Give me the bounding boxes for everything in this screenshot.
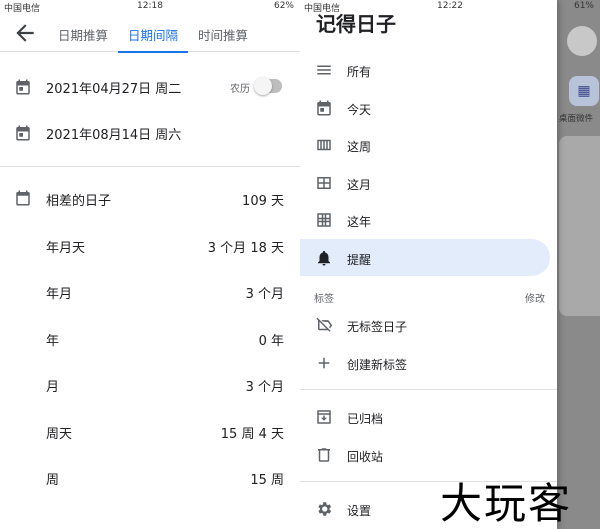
nav-label: 这周 [347,140,372,154]
nav-label: 无标签日子 [347,320,408,334]
result-row: 周天 15 周 4 天 [0,408,300,455]
result-value: 3 个月 [245,380,284,395]
nav-item-reminders[interactable]: 提醒 [300,238,550,276]
widget-icon: ▦ [569,76,599,106]
nav-label: 今天 [347,102,372,117]
lunar-toggle[interactable] [254,77,282,95]
result-row: 年月天 3 个月 18 天 [0,222,300,269]
avatar [567,26,597,56]
lunar-label: 农历 [230,84,250,95]
week-icon [317,139,331,151]
result-row: 年月 3 个月 [0,268,300,315]
nav-item-year[interactable]: 这年 [300,201,557,239]
divider [300,389,557,390]
result-row: 年 0 年 [0,315,300,362]
start-date: 2021年04月27日 周二 [46,82,182,97]
date-interval-screen: 中国电信 12:18 62% 日期推算 日期间隔 时间推算 2021年04月27… [0,0,300,529]
result-label: 相差的日子 [46,194,112,209]
labels-section-header: 标签 修改 [300,284,557,306]
nav-label: 所有 [347,65,372,79]
plus-icon [318,357,330,368]
back-arrow-icon[interactable] [12,20,38,46]
navigation-drawer-screen: ▦ 桌面微件 中国电信 12:22 61% 记得日子 所有 今天 这周 这月 这… [300,0,600,529]
result-label: 年 [46,333,60,349]
calendar-icon [16,79,30,95]
tab-bar: 日期推算 日期间隔 时间推算 [48,14,300,53]
background-card [559,136,600,316]
navigation-drawer: 中国电信 12:22 61% 记得日子 所有 今天 这周 这月 这年 提醒 标签… [300,0,594,529]
battery-level: 62% [273,1,294,11]
result-label: 周天 [46,426,73,442]
labels-header: 标签 [314,294,334,305]
month-icon [317,176,331,189]
top-toolbar: 日期推算 日期间隔 时间推算 [0,14,300,53]
nav-item-trash[interactable]: 回收站 [300,436,557,474]
nav-label: 这月 [347,177,372,192]
label-off-icon [316,317,333,332]
app-title: 记得日子 [316,12,396,36]
nav-label: 创建新标签 [347,357,408,372]
result-label: 周 [46,473,60,488]
widget-label: 桌面微件 [559,114,594,124]
nav-item-month[interactable]: 这月 [300,164,557,202]
result-row: 周 15 周 [0,454,300,501]
nav-item-unlabeled[interactable]: 无标签日子 [300,306,557,344]
nav-label: 设置 [347,504,372,518]
end-date: 2021年08月14日 周六 [46,128,182,143]
result-label: 月 [46,380,60,395]
nav-label: 这年 [347,215,372,229]
result-row-total-days: 相差的日子 109 天 [0,175,300,222]
result-label: 年月天 [46,240,86,256]
nav-label: 回收站 [347,449,384,464]
watermark: 大玩客 [440,479,573,528]
end-date-row[interactable]: 2021年08月14日 周六 [0,110,300,156]
status-bar: 中国电信 12:18 62% [0,0,300,14]
nav-item-archived[interactable]: 已归档 [300,398,557,436]
nav-label: 提醒 [347,252,372,267]
nav-item-create-label[interactable]: 创建新标签 [300,344,557,382]
result-value: 15 周 4 天 [220,426,284,442]
result-value: 3 个月 18 天 [207,240,284,256]
edit-labels-button[interactable]: 修改 [525,290,545,305]
nav-item-today[interactable]: 今天 [300,89,557,127]
nav-item-week[interactable]: 这周 [300,126,557,164]
list-icon [317,65,331,75]
result-value: 3 个月 [245,287,284,302]
tab-time-calc[interactable]: 时间推算 [188,14,258,52]
result-value: 15 周 [250,473,284,488]
result-value: 109 天 [242,194,284,209]
calendar-icon [16,125,30,141]
start-date-row[interactable]: 2021年04月27日 周二 农历 [0,64,300,110]
result-value: 0 年 [258,333,284,349]
tab-date-interval[interactable]: 日期间隔 [118,14,189,53]
battery-level: 61% [573,1,594,11]
tab-date-calc[interactable]: 日期推算 [48,14,118,52]
gear-icon [318,502,332,516]
trash-icon [318,447,330,462]
today-icon [317,100,331,115]
scrim[interactable]: ▦ 桌面微件 [557,0,600,529]
result-label: 年月 [46,287,73,302]
nav-label: 已归档 [347,412,384,426]
clock: 12:18 [137,1,163,11]
nav-item-all[interactable]: 所有 [300,51,557,89]
result-row: 月 3 个月 [0,361,300,408]
bell-icon [318,250,330,265]
archive-icon [317,410,331,424]
calendar-outline-icon [16,190,30,206]
year-icon [317,213,331,227]
